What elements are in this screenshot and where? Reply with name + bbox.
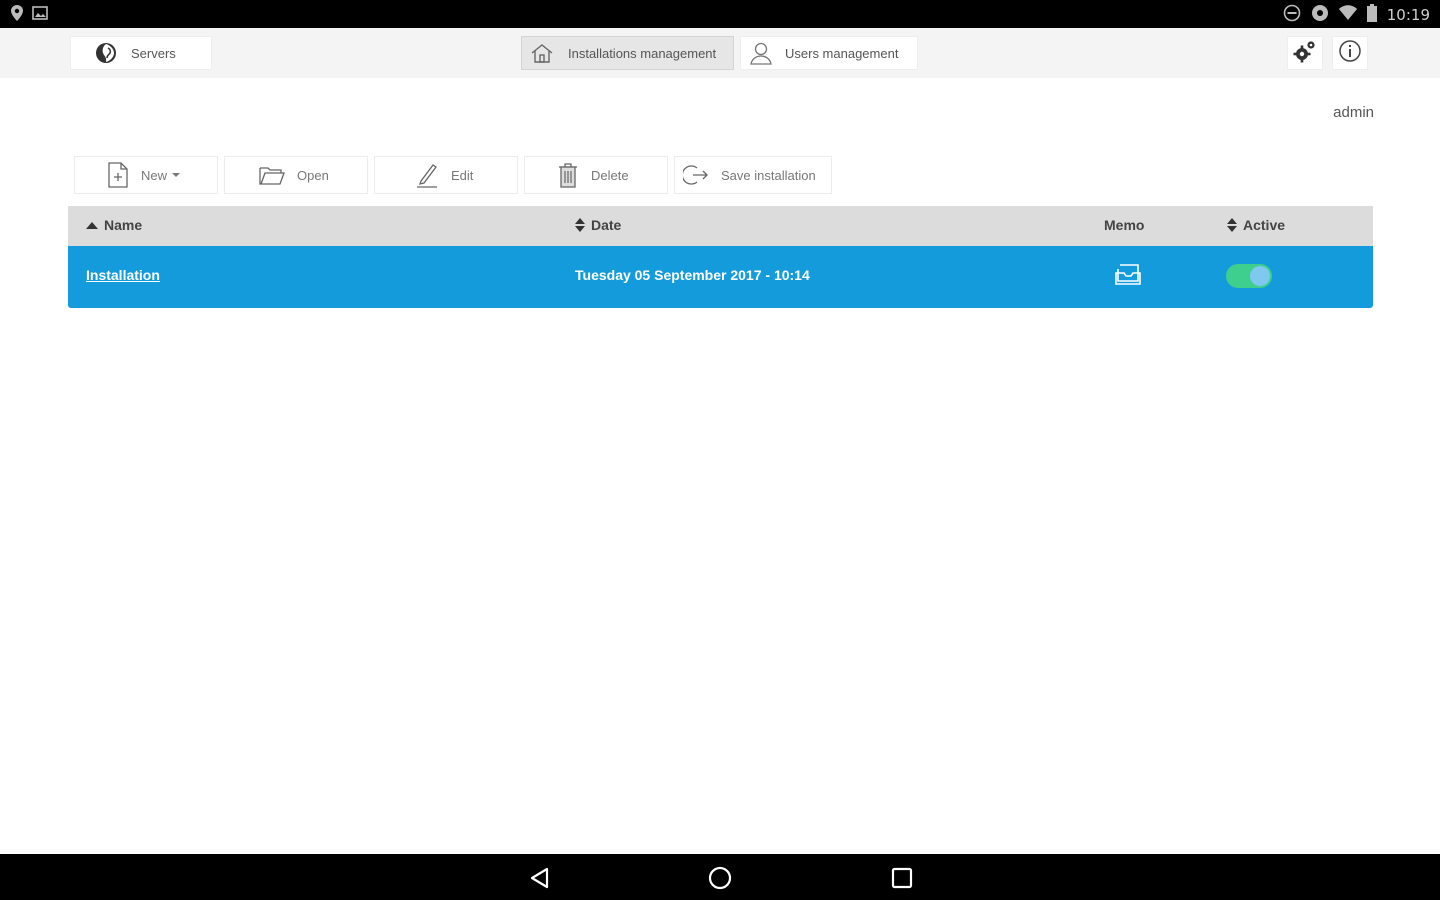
location-icon <box>10 5 24 26</box>
column-header-active[interactable]: Active <box>1227 217 1285 233</box>
info-icon <box>1338 39 1362 68</box>
back-icon[interactable] <box>526 865 552 891</box>
status-bar: 10:19 <box>0 0 1440 28</box>
sort-icon <box>1227 218 1237 232</box>
column-name-label: Name <box>104 217 143 233</box>
installation-date: Tuesday 05 September 2017 - 10:14 <box>575 267 810 283</box>
delete-label: Delete <box>591 167 629 183</box>
new-label: New <box>141 167 168 183</box>
save-installation-button[interactable]: Save installation <box>674 156 832 194</box>
clock: 10:19 <box>1386 6 1430 24</box>
house-icon <box>530 43 554 63</box>
table-header: Name Date Memo Active <box>68 206 1373 246</box>
delete-button[interactable]: Delete <box>524 156 668 194</box>
column-memo-label: Memo <box>1104 217 1145 233</box>
column-active-label: Active <box>1243 217 1286 233</box>
trash-icon <box>557 162 579 188</box>
image-icon <box>32 6 48 25</box>
chevron-down-icon <box>172 173 181 177</box>
new-button[interactable]: New <box>74 156 218 194</box>
servers-label: Servers <box>131 45 176 61</box>
memo-icon[interactable] <box>1114 263 1142 290</box>
tab-users-management[interactable]: Users management <box>740 36 918 70</box>
new-document-icon <box>107 162 129 188</box>
column-header-name[interactable]: Name <box>86 217 142 233</box>
wifi-icon <box>1338 5 1357 25</box>
pencil-icon <box>415 162 439 188</box>
installations-table: Name Date Memo Active Installation Tuesd… <box>68 206 1373 308</box>
dnd-icon <box>1283 4 1301 26</box>
open-label: Open <box>297 167 329 183</box>
export-icon <box>683 164 709 186</box>
column-header-memo: Memo <box>1104 217 1144 233</box>
save-installation-label: Save installation <box>721 167 816 183</box>
servers-button[interactable]: Servers <box>70 36 212 70</box>
top-navigation: Servers Installations management Users m… <box>0 28 1440 78</box>
table-row[interactable]: Installation Tuesday 05 September 2017 -… <box>68 246 1373 308</box>
folder-open-icon <box>259 165 285 185</box>
toggle-knob <box>1250 266 1270 286</box>
status-right: 10:19 <box>1283 4 1430 26</box>
info-button[interactable] <box>1332 36 1368 70</box>
active-toggle[interactable] <box>1226 264 1272 288</box>
settings-button[interactable] <box>1287 36 1323 70</box>
battery-icon <box>1366 4 1377 26</box>
column-header-date[interactable]: Date <box>575 217 621 233</box>
user-icon <box>749 41 773 65</box>
current-user-label: admin <box>1333 104 1374 121</box>
open-button[interactable]: Open <box>224 156 368 194</box>
system-navigation-bar <box>0 854 1440 900</box>
sort-icon <box>575 218 585 232</box>
edit-label: Edit <box>451 167 474 183</box>
globe-icon <box>95 42 117 64</box>
home-icon[interactable] <box>707 865 733 891</box>
edit-button[interactable]: Edit <box>374 156 518 194</box>
sort-ascending-icon <box>86 221 98 229</box>
gears-icon <box>1293 39 1317 68</box>
sync-icon <box>1311 4 1329 26</box>
status-left <box>10 5 48 26</box>
column-date-label: Date <box>591 217 622 233</box>
users-tab-label: Users management <box>785 45 899 61</box>
installation-name-link[interactable]: Installation <box>86 267 160 283</box>
tab-installations-management[interactable]: Installations management <box>521 36 734 70</box>
recent-apps-icon[interactable] <box>889 865 915 891</box>
installations-tab-label: Installations management <box>568 45 717 61</box>
